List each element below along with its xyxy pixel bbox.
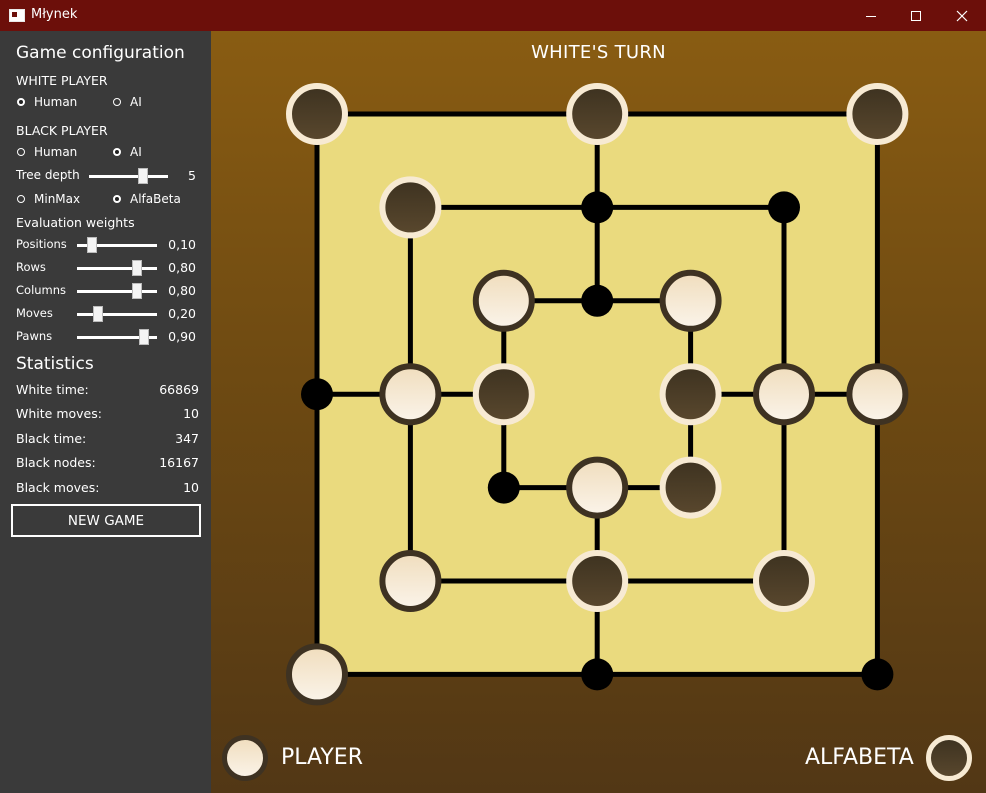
empty-point[interactable] bbox=[861, 658, 894, 691]
radio-unselected-icon bbox=[17, 148, 25, 156]
black-piece[interactable] bbox=[286, 83, 348, 145]
statistics-title: Statistics bbox=[16, 354, 94, 374]
black-piece[interactable] bbox=[566, 550, 629, 612]
stat-label: Black time: bbox=[16, 431, 87, 446]
black-human-radio[interactable]: Human bbox=[17, 145, 77, 159]
weight-value-moves: 0,20 bbox=[168, 306, 196, 321]
window-title: Młynek bbox=[31, 7, 78, 22]
weight-slider-rows[interactable] bbox=[77, 260, 157, 276]
black-ai-radio[interactable]: AI bbox=[113, 145, 142, 159]
alfabeta-radio[interactable]: AlfaBeta bbox=[113, 192, 181, 206]
weight-slider-pawns[interactable] bbox=[77, 329, 157, 345]
white-player-name: PLAYER bbox=[281, 745, 363, 770]
game-board bbox=[222, 83, 972, 781]
empty-point[interactable] bbox=[581, 658, 614, 691]
black-piece[interactable] bbox=[753, 550, 815, 612]
empty-point[interactable] bbox=[581, 284, 614, 317]
slider-handle[interactable] bbox=[138, 168, 148, 184]
weight-slider-moves[interactable] bbox=[77, 306, 157, 322]
empty-point[interactable] bbox=[581, 191, 614, 224]
stat-value: 347 bbox=[175, 431, 199, 446]
stat-value: 10 bbox=[183, 480, 199, 495]
slider-handle[interactable] bbox=[132, 260, 142, 276]
black-player-label: BLACK PLAYER bbox=[16, 123, 108, 138]
weight-value-rows: 0,80 bbox=[168, 260, 196, 275]
stat-label: White moves: bbox=[16, 406, 102, 421]
slider-handle[interactable] bbox=[139, 329, 149, 345]
weights-title: Evaluation weights bbox=[16, 215, 135, 230]
black-piece[interactable] bbox=[659, 363, 722, 426]
tree-depth-value: 5 bbox=[188, 168, 196, 183]
radio-unselected-icon bbox=[113, 98, 121, 106]
white-piece[interactable] bbox=[846, 363, 909, 426]
black-piece[interactable] bbox=[472, 363, 535, 426]
maximize-button[interactable] bbox=[893, 0, 939, 31]
slider-handle[interactable] bbox=[87, 237, 97, 253]
weight-label-positions: Positions bbox=[16, 237, 67, 251]
minmax-radio[interactable]: MinMax bbox=[17, 192, 80, 206]
tree-depth-label: Tree depth bbox=[16, 168, 80, 182]
sidebar: Game configuration WHITE PLAYER Human AI… bbox=[0, 31, 211, 793]
black-player-piece-icon bbox=[926, 735, 972, 781]
empty-point[interactable] bbox=[301, 378, 333, 411]
slider-handle[interactable] bbox=[93, 306, 103, 322]
config-title: Game configuration bbox=[16, 43, 185, 63]
close-icon bbox=[956, 10, 968, 21]
white-ai-radio[interactable]: AI bbox=[113, 95, 142, 109]
weight-value-columns: 0,80 bbox=[168, 283, 196, 298]
tree-depth-slider[interactable] bbox=[89, 168, 168, 184]
stat-label: Black moves: bbox=[16, 480, 100, 495]
radio-selected-icon bbox=[17, 98, 25, 106]
app-icon bbox=[9, 9, 25, 22]
stat-label: Black nodes: bbox=[16, 455, 96, 470]
weight-label-pawns: Pawns bbox=[16, 329, 53, 343]
black-piece[interactable] bbox=[379, 176, 442, 239]
empty-point[interactable] bbox=[768, 191, 800, 224]
radio-selected-icon bbox=[113, 195, 121, 203]
stat-value: 16167 bbox=[159, 455, 199, 470]
white-piece[interactable] bbox=[379, 363, 442, 426]
black-player-name: ALFABETA bbox=[805, 745, 914, 770]
black-piece[interactable] bbox=[566, 83, 629, 145]
minimize-button[interactable] bbox=[848, 0, 894, 31]
title-bar: Młynek bbox=[0, 0, 986, 31]
radio-unselected-icon bbox=[17, 195, 25, 203]
white-piece[interactable] bbox=[379, 550, 442, 612]
game-area: WHITE'S TURN PLAYER ALFABETA bbox=[211, 31, 986, 793]
white-piece[interactable] bbox=[286, 643, 348, 706]
stat-label: White time: bbox=[16, 382, 89, 397]
weight-slider-positions[interactable] bbox=[77, 237, 157, 253]
white-player-label: WHITE PLAYER bbox=[16, 73, 108, 88]
black-piece[interactable] bbox=[846, 83, 909, 145]
slider-handle[interactable] bbox=[132, 283, 142, 299]
weight-slider-columns[interactable] bbox=[77, 283, 157, 299]
white-player-piece-icon bbox=[222, 735, 268, 781]
weight-label-moves: Moves bbox=[16, 306, 53, 320]
white-piece[interactable] bbox=[566, 456, 629, 519]
white-piece[interactable] bbox=[472, 269, 535, 332]
weight-value-positions: 0,10 bbox=[168, 237, 196, 252]
weight-label-rows: Rows bbox=[16, 260, 46, 274]
maximize-icon bbox=[911, 10, 921, 21]
empty-point[interactable] bbox=[487, 471, 520, 504]
weight-label-columns: Columns bbox=[16, 283, 67, 297]
white-piece[interactable] bbox=[753, 363, 815, 426]
weight-value-pawns: 0,90 bbox=[168, 329, 196, 344]
stat-value: 10 bbox=[183, 406, 199, 421]
stat-value: 66869 bbox=[159, 382, 199, 397]
minimize-icon bbox=[866, 15, 876, 17]
white-piece[interactable] bbox=[659, 269, 722, 332]
white-human-radio[interactable]: Human bbox=[17, 95, 77, 109]
new-game-button[interactable]: NEW GAME bbox=[11, 504, 201, 537]
black-piece[interactable] bbox=[659, 456, 722, 519]
close-button[interactable] bbox=[939, 0, 985, 31]
radio-selected-icon bbox=[113, 148, 121, 156]
